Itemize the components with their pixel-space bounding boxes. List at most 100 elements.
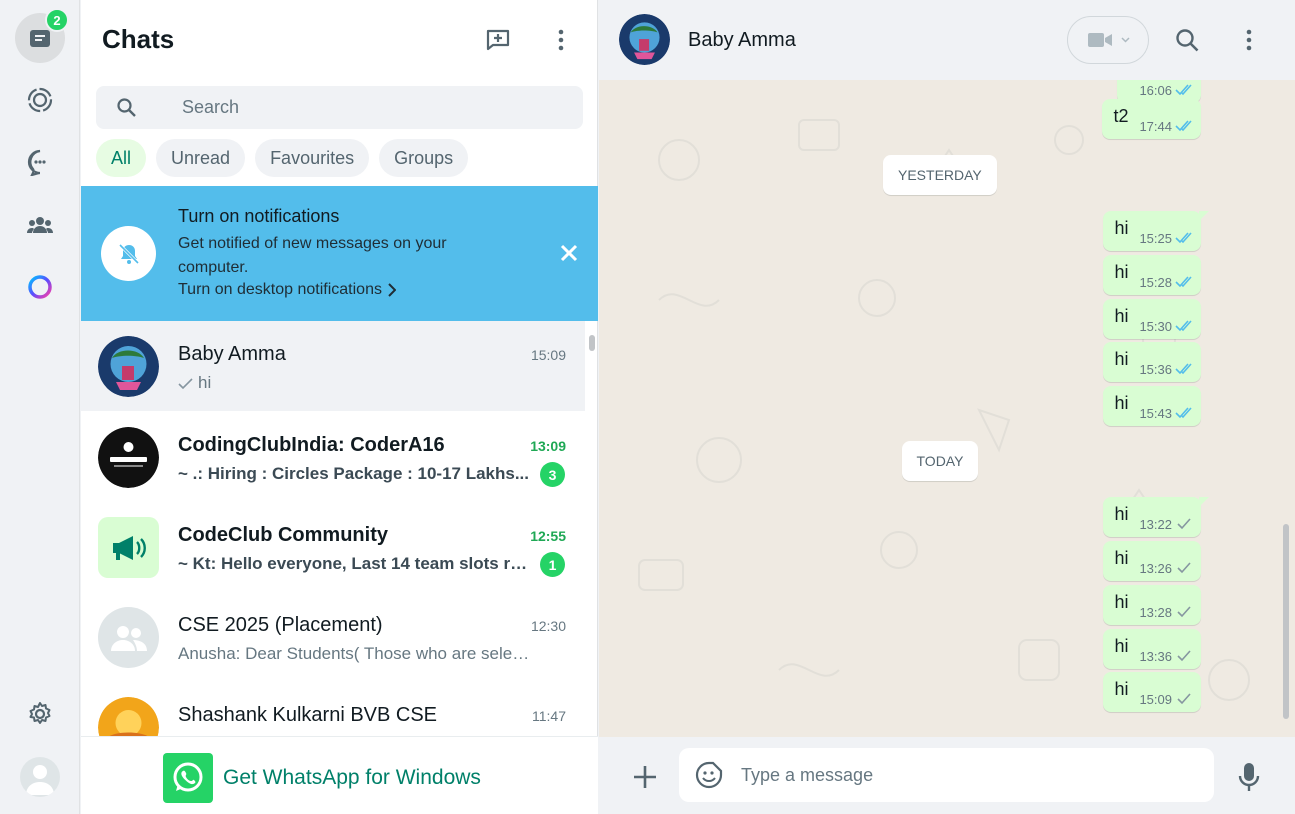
message-bubble[interactable]: hi 13:28: [1103, 585, 1201, 625]
chat-row[interactable]: CSE 2025 (Placement) 12:30 Anusha: Dear …: [81, 592, 585, 682]
chats-unread-badge: 2: [45, 8, 69, 32]
message-bubble[interactable]: hi 13:26: [1103, 541, 1201, 581]
channels-icon: [27, 149, 46, 176]
chat-time: 12:30: [530, 618, 566, 634]
message-time: 15:25: [1139, 230, 1172, 246]
message-bubble[interactable]: hi 15:25: [1103, 211, 1209, 251]
enable-notifications-link[interactable]: Turn on desktop notifications: [178, 281, 396, 299]
channels-nav-button[interactable]: [15, 137, 65, 187]
message-meta: 13:26: [1139, 561, 1193, 576]
chat-row[interactable]: Baby Amma 15:09 hi: [81, 321, 585, 411]
chat-avatar: [98, 607, 159, 668]
message-time: 15:36: [1139, 361, 1172, 377]
message-bubble[interactable]: hi 15:43: [1103, 386, 1201, 426]
chat-preview-text: hi: [198, 373, 212, 392]
more-vertical-icon: [558, 29, 564, 51]
filter-unread[interactable]: Unread: [156, 139, 246, 177]
day-divider: YESTERDAY: [883, 155, 997, 195]
message-input[interactable]: [741, 748, 1201, 802]
search-conversation-button[interactable]: [1169, 22, 1205, 58]
get-app-banner[interactable]: Get WhatsApp for Windows: [81, 736, 598, 814]
profile-avatar[interactable]: [20, 757, 60, 797]
chevron-right-icon: [388, 283, 396, 297]
meta-ai-nav-button[interactable]: [15, 262, 65, 312]
message-time: 13:36: [1139, 648, 1172, 664]
filter-all[interactable]: All: [96, 139, 147, 177]
settings-nav-button[interactable]: [15, 689, 65, 739]
message-time: 13:26: [1139, 560, 1172, 576]
meta-ai-icon: [28, 275, 52, 299]
video-call-button[interactable]: [1067, 16, 1149, 64]
message-text: hi: [1114, 635, 1129, 656]
status-nav-button[interactable]: [15, 75, 65, 125]
message-meta: 15:28: [1139, 275, 1193, 290]
message-time: 15:09: [1139, 691, 1172, 707]
single-tick-icon: [1177, 693, 1191, 705]
double-tick-icon: [1175, 363, 1192, 375]
notification-title: Turn on notifications: [178, 206, 340, 226]
message-bubble[interactable]: hi 13:22: [1103, 497, 1209, 537]
search-input[interactable]: [182, 86, 562, 129]
single-tick-icon: [1177, 562, 1191, 574]
message-bubble[interactable]: t2 17:44: [1102, 99, 1201, 139]
message-text: hi: [1114, 261, 1129, 282]
chats-nav-button[interactable]: 2: [15, 8, 69, 63]
message-meta: 15:43: [1139, 406, 1193, 421]
message-bubble[interactable]: hi 15:09: [1103, 672, 1201, 712]
panel-menu-button[interactable]: [543, 22, 579, 58]
communities-nav-button[interactable]: [15, 200, 65, 250]
bell-off-icon: [118, 243, 139, 264]
double-tick-icon: [1175, 84, 1192, 96]
message-bubble[interactable]: hi 13:36: [1103, 629, 1201, 669]
message-bubble[interactable]: hi 15:36: [1103, 342, 1201, 382]
gear-icon: [29, 702, 51, 724]
message-bubble[interactable]: hi 15:30: [1103, 299, 1201, 339]
filter-chips: All Unread Favourites Groups: [96, 139, 469, 177]
message-time: 13:22: [1139, 516, 1172, 532]
message-text: hi: [1114, 217, 1129, 238]
chat-row[interactable]: CodingClubIndia: CoderA16 13:09 ~ .: Hir…: [81, 412, 585, 502]
chat-list-scroll-thumb[interactable]: [589, 335, 595, 351]
voice-message-button[interactable]: [1233, 759, 1265, 795]
conversation-menu-button[interactable]: [1231, 22, 1267, 58]
status-icon: [27, 87, 53, 113]
message-bubble[interactable]: hi 15:28: [1103, 255, 1201, 295]
filter-groups[interactable]: Groups: [379, 139, 469, 177]
video-camera-icon: [1087, 33, 1112, 47]
chat-row[interactable]: Shashank Kulkarni BVB CSE 11:47: [81, 682, 585, 736]
new-chat-icon: [486, 29, 510, 51]
chat-name: Shashank Kulkarni BVB CSE: [178, 704, 438, 726]
message-text: hi: [1114, 305, 1129, 326]
message-scroll-thumb[interactable]: [1283, 524, 1289, 719]
message-area[interactable]: 16:06 t2 17:44 YESTERDAY hi 15:25 hi 15:28 hi 15:…: [599, 80, 1295, 737]
message-time: 16:06: [1139, 82, 1172, 98]
sticker-icon[interactable]: [695, 761, 723, 789]
message-text: hi: [1114, 503, 1129, 524]
single-tick-icon: [1177, 606, 1191, 618]
chat-preview: Anusha: Dear Students( Those who are sel…: [178, 644, 533, 663]
message-meta: 15:36: [1139, 362, 1193, 377]
double-tick-icon: [1175, 232, 1192, 244]
dismiss-banner-button[interactable]: [556, 240, 582, 266]
message-input-box: [679, 748, 1214, 802]
attach-button[interactable]: [627, 759, 663, 795]
contact-avatar[interactable]: [619, 14, 670, 65]
group-default-icon: [110, 625, 147, 651]
new-chat-button[interactable]: [480, 22, 516, 58]
filter-favourites[interactable]: Favourites: [255, 139, 370, 177]
double-tick-icon: [1175, 320, 1192, 332]
chat-preview: ~ .: Hiring : Circles Package : 10-17 La…: [178, 464, 530, 483]
chat-name: Baby Amma: [178, 343, 286, 365]
plus-icon: [634, 766, 656, 788]
message-time: 15:30: [1139, 318, 1172, 334]
chat-list-scrollbar[interactable]: [588, 321, 596, 736]
message-text: t2: [1113, 105, 1129, 126]
message-meta: 17:44: [1139, 119, 1193, 134]
day-divider: TODAY: [901, 441, 979, 481]
chat-avatar: [98, 336, 159, 397]
double-tick-icon: [1175, 120, 1192, 132]
single-tick-icon: [1177, 650, 1191, 662]
message-meta: 13:28: [1139, 605, 1193, 620]
conversation-header[interactable]: Baby Amma: [599, 0, 1295, 80]
chat-row[interactable]: CodeClub Community 12:55 ~ Kt: Hello eve…: [81, 502, 585, 592]
